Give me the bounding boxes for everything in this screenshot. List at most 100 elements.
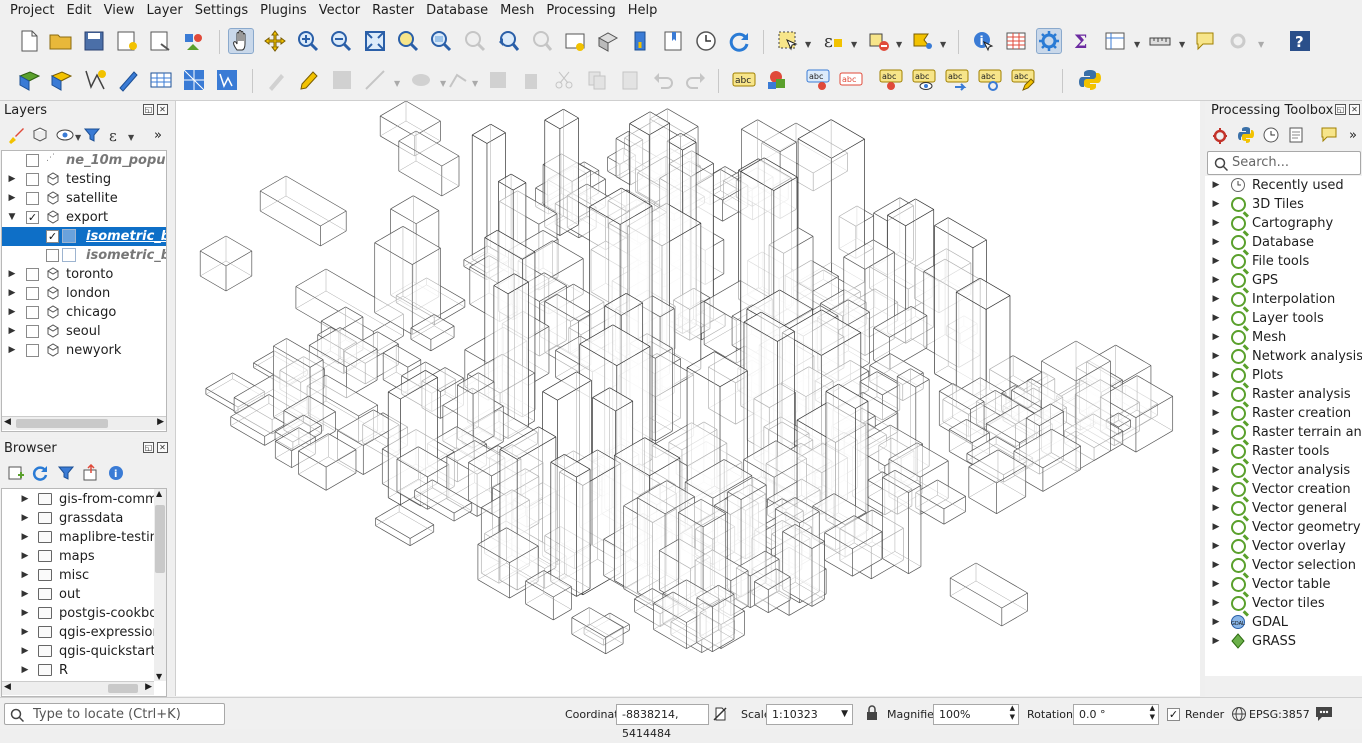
- new-print-layout-icon[interactable]: [114, 28, 140, 54]
- save-project-icon[interactable]: [81, 28, 107, 54]
- close-panel-icon[interactable]: ✕: [157, 104, 168, 115]
- visibility-eye-icon[interactable]: [56, 125, 76, 145]
- chevron-right-icon[interactable]: ▶: [1211, 461, 1221, 480]
- browser-item[interactable]: ▶ qgis-expressions: [2, 623, 166, 642]
- layer-visibility-checkbox[interactable]: [26, 344, 39, 357]
- float-panel-icon[interactable]: ◱: [143, 104, 154, 115]
- crs-button[interactable]: EPSG:3857: [1249, 708, 1310, 721]
- menu-help[interactable]: Help: [623, 0, 663, 22]
- chevron-right-icon[interactable]: ▶: [20, 585, 30, 604]
- new-map-view-icon[interactable]: [562, 28, 588, 54]
- float-panel-icon[interactable]: ◱: [143, 442, 154, 453]
- horizontal-scrollbar[interactable]: ◀ ▶: [2, 416, 166, 430]
- layer-row[interactable]: ▶ testing: [2, 170, 166, 189]
- new-mesh-layer-icon[interactable]: [181, 67, 207, 93]
- menu-edit[interactable]: Edit: [61, 0, 96, 22]
- toolbox-provider[interactable]: ▶ Interpolation: [1205, 290, 1362, 309]
- zoom-out-icon[interactable]: [328, 28, 354, 54]
- toolbox-provider[interactable]: ▶ Vector creation: [1205, 480, 1362, 499]
- open-project-icon[interactable]: [48, 28, 74, 54]
- pin-labels-icon[interactable]: abc: [805, 67, 831, 93]
- style-brush-icon[interactable]: [6, 125, 26, 145]
- browser-item[interactable]: ▶ R: [2, 661, 154, 680]
- layer-row[interactable]: ▶ newyork: [2, 341, 166, 360]
- messages-icon[interactable]: [1314, 705, 1334, 727]
- chevron-right-icon[interactable]: ▶: [1211, 309, 1221, 328]
- open-field-calculator-icon[interactable]: [1102, 28, 1128, 54]
- chevron-right-icon[interactable]: ▶: [7, 189, 17, 208]
- move-label-arrow-icon[interactable]: abc: [944, 67, 970, 93]
- pan-to-selection-icon[interactable]: [262, 28, 288, 54]
- chevron-right-icon[interactable]: ▶: [7, 322, 17, 341]
- chevron-right-icon[interactable]: ▶: [1211, 214, 1221, 233]
- layer-row[interactable]: ✓ isometric_buil: [2, 227, 166, 246]
- chevron-right-icon[interactable]: ▶: [1211, 442, 1221, 461]
- layer-row[interactable]: ▶ seoul: [2, 322, 166, 341]
- browser-item[interactable]: ▶ maps: [2, 547, 154, 566]
- toolbox-provider[interactable]: ▶ Vector tiles: [1205, 594, 1362, 613]
- zoom-to-selection-icon[interactable]: [395, 28, 421, 54]
- more-chevron-icon[interactable]: »: [1343, 125, 1362, 145]
- layer-visibility-checkbox[interactable]: [26, 268, 39, 281]
- layer-row[interactable]: ▶ london: [2, 284, 166, 303]
- toolbox-provider[interactable]: ▶ Network analysis: [1205, 347, 1362, 366]
- browser-item[interactable]: ▶ maplibre-testing: [2, 528, 166, 547]
- toolbox-provider[interactable]: ▶ GDAL GDAL: [1205, 613, 1362, 632]
- magnifier-spinbox[interactable]: 100% ▲ ▼: [933, 704, 1019, 725]
- info-icon[interactable]: i: [106, 463, 126, 483]
- layer-row[interactable]: ▶ chicago: [2, 303, 166, 322]
- history-clock-icon[interactable]: [1261, 125, 1281, 145]
- layer-row[interactable]: isometric_buil: [2, 246, 166, 265]
- rotation-spinbox[interactable]: 0.0 ° ▲ ▼: [1073, 704, 1159, 725]
- zoom-last-icon[interactable]: [495, 28, 521, 54]
- menu-layer[interactable]: Layer: [142, 0, 188, 22]
- toolbox-provider[interactable]: ▶ Vector general: [1205, 499, 1362, 518]
- toolbox-provider[interactable]: ▶ Recently used: [1205, 176, 1362, 195]
- chevron-right-icon[interactable]: ▶: [7, 284, 17, 303]
- deselect-features-icon[interactable]: [866, 28, 892, 54]
- layer-visibility-checkbox[interactable]: ✓: [26, 211, 39, 224]
- statistics-sigma-icon[interactable]: Σ: [1069, 28, 1095, 54]
- chevron-right-icon[interactable]: ▶: [1211, 290, 1221, 309]
- layer-visibility-checkbox[interactable]: [26, 173, 39, 186]
- layer-diagram-icon[interactable]: [765, 67, 791, 93]
- change-label-icon[interactable]: abc: [1010, 67, 1036, 93]
- python-console-icon[interactable]: [1077, 67, 1103, 93]
- chevron-right-icon[interactable]: ▶: [20, 642, 30, 661]
- chevron-right-icon[interactable]: ▶: [1211, 537, 1221, 556]
- chevron-right-icon[interactable]: ▶: [1211, 347, 1221, 366]
- menu-project[interactable]: Project: [0, 0, 59, 22]
- style-manager-icon[interactable]: [181, 28, 207, 54]
- map-canvas[interactable]: [175, 101, 1200, 696]
- layer-row[interactable]: ▶ satellite: [2, 189, 166, 208]
- chevron-right-icon[interactable]: ▶: [20, 547, 30, 566]
- layout-manager-icon[interactable]: [147, 28, 173, 54]
- toolbox-provider[interactable]: ▶ Cartography: [1205, 214, 1362, 233]
- float-panel-icon[interactable]: ◱: [1335, 104, 1346, 115]
- chevron-right-icon[interactable]: ▶: [20, 661, 30, 680]
- menu-mesh[interactable]: Mesh: [495, 0, 539, 22]
- menu-view[interactable]: View: [99, 0, 140, 22]
- collapse-all-icon[interactable]: [81, 463, 101, 483]
- toolbox-provider[interactable]: ▶ Raster creation: [1205, 404, 1362, 423]
- chevron-right-icon[interactable]: ▶: [1211, 366, 1221, 385]
- chevron-right-icon[interactable]: ▶: [1211, 499, 1221, 518]
- refresh-icon[interactable]: [30, 463, 50, 483]
- new-shapefile-layer-icon[interactable]: [82, 67, 108, 93]
- chevron-right-icon[interactable]: ▶: [1211, 233, 1221, 252]
- chevron-right-icon[interactable]: ▶: [20, 490, 30, 509]
- more-chevron-icon[interactable]: »: [148, 125, 168, 145]
- new-temporary-layer-icon[interactable]: [115, 67, 141, 93]
- new-3d-map-view-icon[interactable]: [595, 28, 621, 54]
- attribute-table-icon[interactable]: [1003, 28, 1029, 54]
- chevron-right-icon[interactable]: ▶: [7, 341, 17, 360]
- move-label-icon[interactable]: abc: [878, 67, 904, 93]
- toolbox-provider[interactable]: ▶ Raster terrain an...: [1205, 423, 1362, 442]
- chevron-right-icon[interactable]: ▶: [1211, 575, 1221, 594]
- layer-visibility-checkbox[interactable]: [46, 249, 59, 262]
- toolbox-provider[interactable]: ▶ File tools: [1205, 252, 1362, 271]
- toolbox-provider[interactable]: ▶ Vector overlay: [1205, 537, 1362, 556]
- lock-scale-icon[interactable]: [865, 705, 879, 725]
- temporal-controller-icon[interactable]: [629, 28, 655, 54]
- browser-item[interactable]: ▶ qgis-quickstart: [2, 642, 156, 661]
